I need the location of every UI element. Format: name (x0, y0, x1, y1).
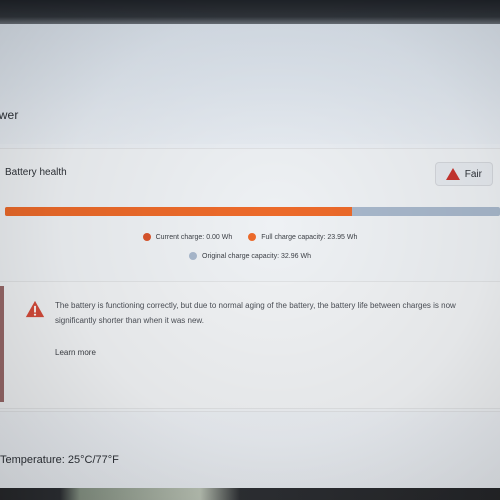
original-charge-capacity-text: Original charge capacity: 32.96 Wh (202, 252, 311, 260)
battery-status-badge[interactable]: Fair (434, 162, 493, 186)
learn-more-link[interactable]: Learn more (55, 348, 96, 357)
warning-triangle-icon (25, 300, 45, 318)
battery-warning-text: The battery is functioning correctly, bu… (55, 301, 456, 325)
legend-current-charge: Current charge: 0.00 Wh (142, 233, 233, 241)
window-bottom-strip (0, 488, 500, 500)
current-charge-text: Current charge: 0.00 Wh (155, 233, 233, 241)
page-title: ower (0, 108, 19, 122)
screenshot-screen: ower Battery health Fair Current charge:… (0, 0, 500, 500)
warning-left-accent (0, 286, 4, 402)
battery-warning-panel: The battery is functioning correctly, bu… (0, 281, 500, 409)
battery-legend-row-2: Original charge capacity: 32.96 Wh (0, 252, 500, 260)
header-area (0, 24, 500, 144)
legend-original-charge-capacity: Original charge capacity: 32.96 Wh (189, 252, 311, 260)
battery-health-label: Battery health (5, 167, 67, 178)
window-top-strip (0, 0, 500, 24)
legend-full-charge-capacity: Full charge capacity: 23.95 Wh (248, 233, 357, 241)
battery-health-card: Battery health Fair Current charge: 0.00… (0, 148, 500, 412)
full-charge-capacity-text: Full charge capacity: 23.95 Wh (261, 233, 358, 241)
battery-capacity-fill (5, 207, 352, 216)
full-charge-capacity-dot (248, 233, 257, 241)
current-charge-dot (142, 233, 151, 241)
battery-capacity-bar (5, 207, 500, 216)
temperature-text: Temperature: 25°C/77°F (0, 454, 119, 466)
original-charge-capacity-dot (189, 252, 198, 260)
warning-triangle-icon (445, 168, 460, 180)
battery-legend-row-1: Current charge: 0.00 Wh Full charge capa… (0, 233, 500, 241)
battery-status-label: Fair (464, 168, 482, 180)
